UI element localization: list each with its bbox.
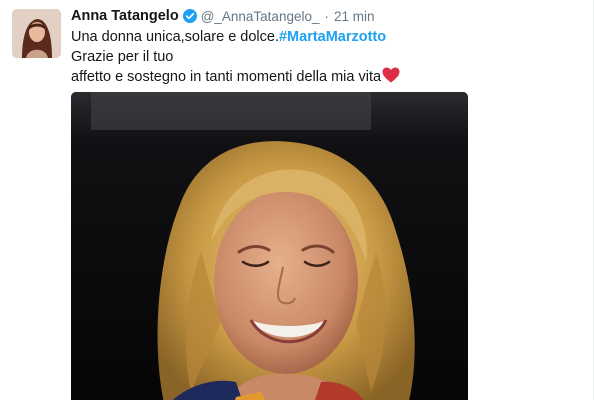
header-separator: · [324,8,330,24]
avatar-image [12,9,61,58]
red-heart-icon [382,67,400,89]
tweet-text-line-3: affetto e sostegno in tanti momenti dell… [71,67,571,89]
author-avatar[interactable] [12,9,61,58]
tweet-timestamp[interactable]: 21 min [334,9,375,24]
tweet-text-segment: affetto e sostegno in tanti momenti dell… [71,69,382,85]
author-name[interactable]: Anna Tatangelo [71,8,179,24]
tweet-text: Una donna unica,solare e dolce.#MartaMar… [71,27,571,89]
hashtag-link[interactable]: #MartaMarzotto [279,29,386,45]
tweet-text-segment: Una donna unica,solare e dolce. [71,29,279,45]
photo-woman-smiling [71,92,468,400]
tweet-photo[interactable] [71,92,468,400]
verified-badge-icon [182,9,197,23]
tweet-text-line-1: Una donna unica,solare e dolce.#MartaMar… [71,27,571,47]
author-handle[interactable]: @_AnnaTatangelo_ [201,9,320,24]
tweet-card[interactable]: Anna Tatangelo @_AnnaTatangelo_ · 21 min… [0,0,594,400]
tweet-text-line-2: Grazie per il tuo [71,49,174,65]
tweet-header: Anna Tatangelo @_AnnaTatangelo_ · 21 min [71,6,375,26]
